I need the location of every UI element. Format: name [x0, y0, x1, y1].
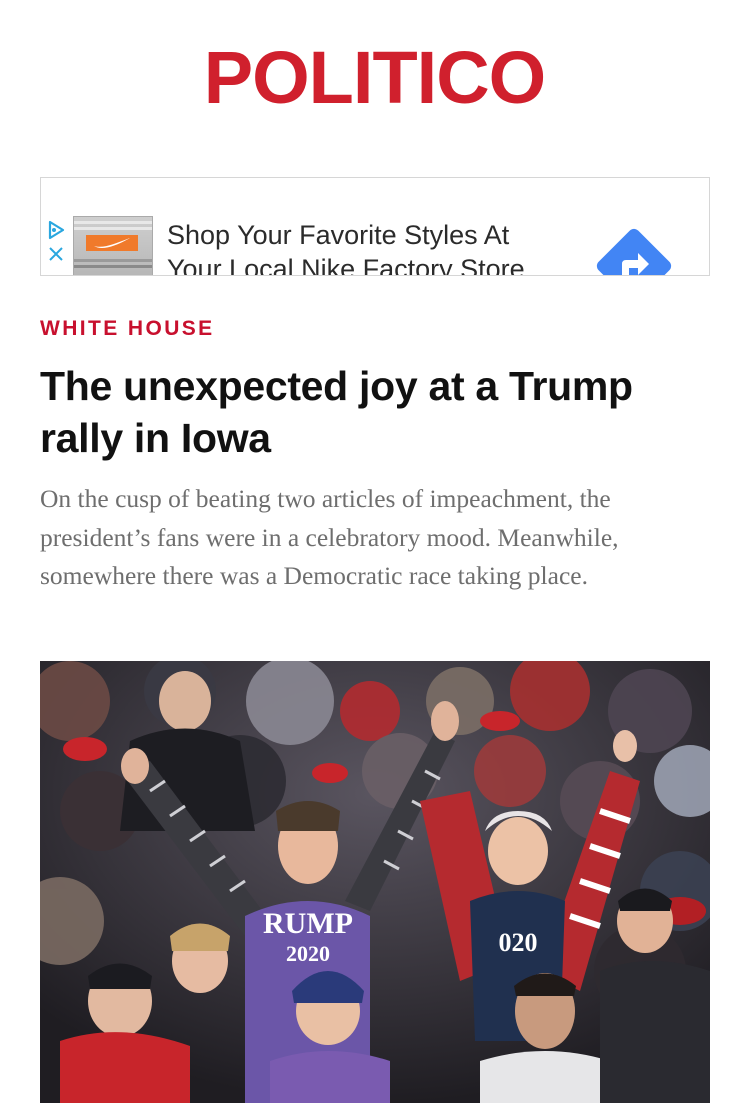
article-dek: On the cusp of beating two articles of i… — [40, 484, 619, 590]
ad-line-2: Your Local Nike Factory Store — [167, 254, 525, 276]
article-page: POLITICO Shop Your Favorite Styles At Yo… — [0, 0, 749, 1103]
section-label[interactable]: WHITE HOUSE — [40, 316, 215, 342]
ad-banner[interactable]: Shop Your Favorite Styles At Your Local … — [40, 177, 710, 276]
rally-crowd-image: RUMP 2020 020 — [40, 661, 710, 1103]
directions-arrow-icon[interactable] — [594, 226, 674, 276]
politico-logo[interactable]: POLITICO — [0, 38, 749, 118]
close-icon[interactable] — [48, 246, 64, 262]
ad-copy[interactable]: Shop Your Favorite Styles At Your Local … — [167, 218, 607, 276]
svg-text:020: 020 — [499, 928, 538, 957]
ad-line-1: Shop Your Favorite Styles At — [167, 220, 510, 250]
ad-thumbnail[interactable] — [73, 216, 153, 275]
article-photo[interactable]: RUMP 2020 020 — [40, 661, 710, 1103]
shirt-text: RUMP — [263, 907, 353, 940]
nike-swoosh-icon — [94, 238, 130, 249]
adchoices[interactable] — [45, 220, 67, 270]
adchoices-triangle-icon[interactable] — [47, 220, 65, 240]
article-headline[interactable]: The unexpected joy at a Trump rally in I… — [40, 360, 700, 464]
shirt-year: 2020 — [286, 941, 330, 966]
